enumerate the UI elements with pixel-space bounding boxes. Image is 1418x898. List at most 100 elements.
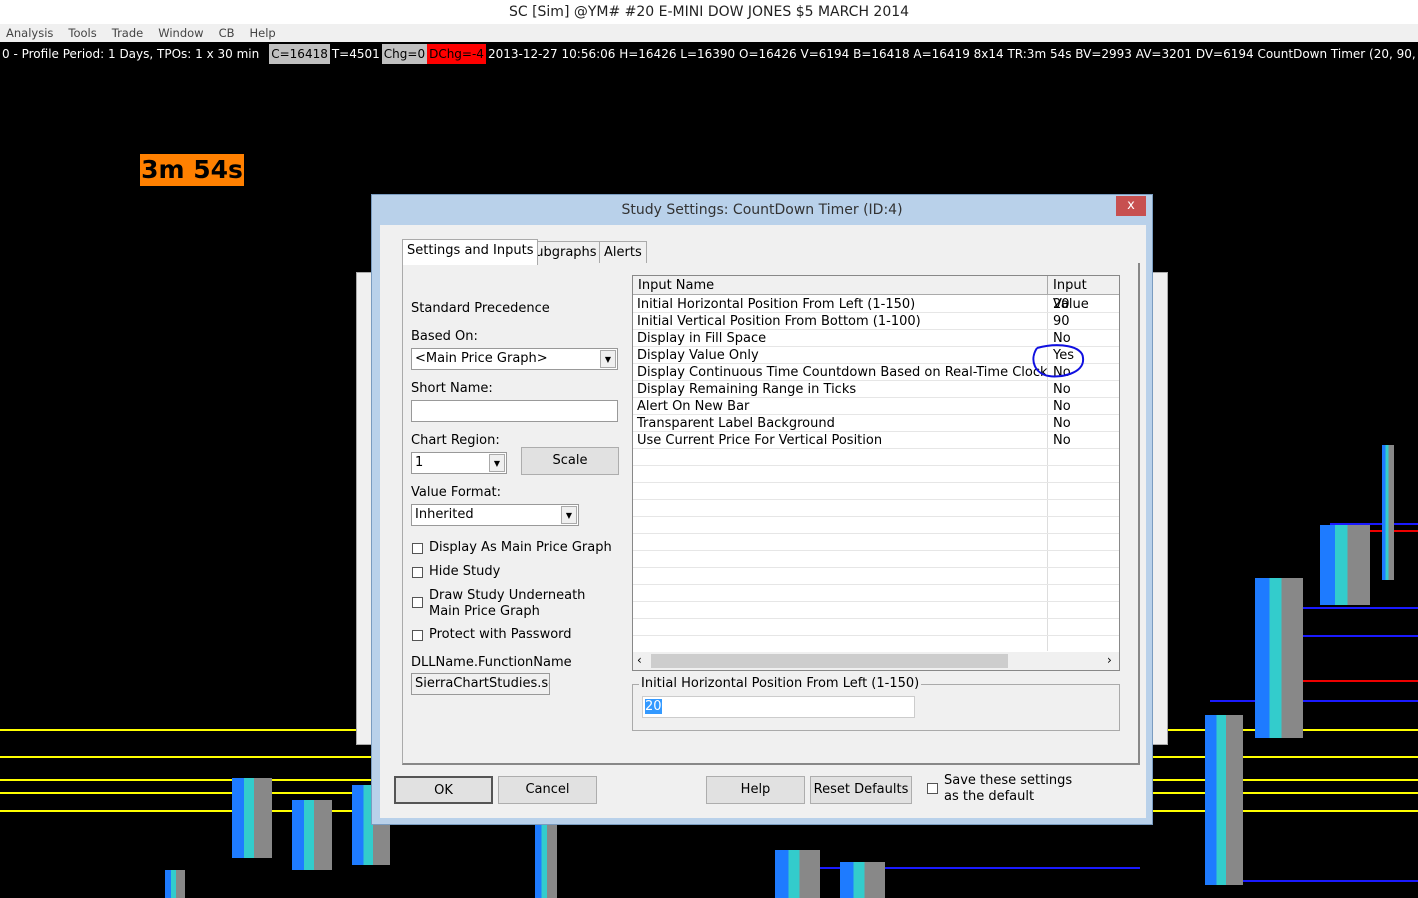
- short-name-label: Short Name:: [411, 381, 493, 396]
- trades-value: T=4501: [331, 47, 380, 61]
- level-line: [1210, 700, 1418, 702]
- help-button[interactable]: Help: [706, 776, 805, 804]
- tab-settings-and-inputs[interactable]: Settings and Inputs: [402, 239, 539, 265]
- input-name: Transparent Label Background: [637, 416, 835, 431]
- table-row[interactable]: Initial Vertical Position From Bottom (1…: [633, 313, 1119, 330]
- profile-info: 0 - Profile Period: 1 Days, TPOs: 1 x 30…: [2, 47, 260, 61]
- save-default-checkbox[interactable]: [927, 783, 938, 794]
- volume-profile: [1205, 715, 1243, 885]
- col-input-value[interactable]: Input Value: [1047, 276, 1119, 312]
- save-default-label-2: as the default: [944, 789, 1035, 804]
- input-value[interactable]: No: [1053, 415, 1071, 432]
- input-value-text: 20: [645, 699, 662, 714]
- volume-profile: [165, 870, 185, 898]
- menu-cb[interactable]: CB: [219, 24, 235, 42]
- protect-password-label: Protect with Password: [429, 627, 572, 642]
- reset-defaults-button[interactable]: Reset Defaults: [810, 776, 912, 804]
- based-on-select[interactable]: <Main Price Graph> ▼: [411, 348, 618, 370]
- input-value-field[interactable]: 20: [642, 696, 915, 718]
- scroll-thumb[interactable]: [651, 654, 1008, 668]
- grid-header: Input Name Input Value: [633, 276, 1119, 312]
- input-name: Display Continuous Time Countdown Based …: [637, 365, 1048, 380]
- empty-row: [633, 551, 1119, 568]
- hide-study-label: Hide Study: [429, 564, 501, 579]
- input-name: Display Remaining Range in Ticks: [637, 382, 857, 397]
- daily-change-value: DChg=-4: [427, 44, 486, 64]
- chevron-down-icon[interactable]: ▼: [489, 454, 505, 472]
- table-row[interactable]: Alert On New Bar No: [633, 398, 1119, 415]
- draw-underneath-checkbox[interactable]: [412, 597, 423, 608]
- menu-trade[interactable]: Trade: [112, 24, 144, 42]
- input-value[interactable]: No: [1053, 381, 1071, 398]
- scroll-right-icon[interactable]: ›: [1107, 653, 1112, 667]
- volume-profile: [535, 825, 557, 898]
- window-title: SC [Sim] @YM# #20 E-MINI DOW JONES $5 MA…: [0, 0, 1418, 24]
- chart-status-bar: 0 - Profile Period: 1 Days, TPOs: 1 x 30…: [0, 44, 1418, 64]
- based-on-value: <Main Price Graph>: [415, 351, 548, 366]
- edit-group-label: Initial Horizontal Position From Left (1…: [639, 676, 922, 691]
- empty-row: [633, 449, 1119, 466]
- dll-input[interactable]: SierraChartStudies.scsf: [411, 673, 550, 695]
- dialog-client: Settings and Inputs Subgraphs Alerts Sta…: [380, 225, 1146, 818]
- menu-help[interactable]: Help: [250, 24, 276, 42]
- input-name: Display in Fill Space: [637, 331, 767, 346]
- empty-row: [633, 500, 1119, 517]
- empty-row: [633, 466, 1119, 483]
- tab-panel: Standard Precedence Based On: <Main Pric…: [402, 263, 1140, 765]
- tab-alerts[interactable]: Alerts: [599, 241, 647, 265]
- empty-row: [633, 619, 1119, 636]
- input-value[interactable]: 90: [1053, 313, 1070, 330]
- horizontal-scrollbar[interactable]: ‹ ›: [633, 652, 1119, 670]
- input-value[interactable]: No: [1053, 398, 1071, 415]
- volume-profile: [292, 800, 332, 870]
- menu-window[interactable]: Window: [158, 24, 203, 42]
- countdown-timer-label: 3m 54s: [140, 154, 244, 186]
- chart-region-value: 1: [415, 455, 424, 470]
- input-name: Initial Horizontal Position From Left (1…: [637, 297, 916, 312]
- inputs-grid: Input Name Input Value Initial Horizonta…: [632, 275, 1120, 671]
- chart-region-select[interactable]: 1 ▼: [411, 452, 507, 474]
- bar-info: 2013-12-27 10:56:06 H=16426 L=16390 O=16…: [487, 47, 1418, 61]
- chevron-down-icon[interactable]: ▼: [600, 350, 616, 368]
- volume-profile: [775, 850, 820, 898]
- input-name: Alert On New Bar: [637, 399, 750, 414]
- table-row[interactable]: Initial Horizontal Position From Left (1…: [633, 296, 1119, 313]
- menu-tools[interactable]: Tools: [68, 24, 96, 42]
- value-format-select[interactable]: Inherited ▼: [411, 504, 579, 526]
- col-input-name[interactable]: Input Name: [638, 276, 714, 295]
- input-name: Initial Vertical Position From Bottom (1…: [637, 314, 921, 329]
- protect-password-checkbox[interactable]: [412, 630, 423, 641]
- display-as-main-price-graph-checkbox[interactable]: [412, 543, 423, 554]
- edit-group: Initial Horizontal Position From Left (1…: [632, 676, 1120, 731]
- empty-row: [633, 602, 1119, 619]
- close-button[interactable]: x: [1116, 196, 1146, 216]
- empty-row: [633, 636, 1119, 653]
- draw-underneath-label: Draw Study Underneath: [429, 588, 586, 603]
- scroll-left-icon[interactable]: ‹: [637, 653, 642, 667]
- hide-study-checkbox[interactable]: [412, 567, 423, 578]
- empty-row: [633, 585, 1119, 602]
- volume-profile: [1255, 578, 1303, 738]
- menu-analysis[interactable]: Analysis: [6, 24, 53, 42]
- table-row[interactable]: Transparent Label Background No: [633, 415, 1119, 432]
- input-value[interactable]: 20: [1053, 296, 1070, 313]
- short-name-input[interactable]: [411, 400, 618, 422]
- empty-row: [633, 534, 1119, 551]
- input-name: Display Value Only: [637, 348, 759, 363]
- chevron-down-icon[interactable]: ▼: [561, 506, 577, 524]
- scale-button[interactable]: Scale: [521, 447, 619, 475]
- menu-bar: Analysis Tools Trade Window CB Help: [0, 24, 1418, 42]
- study-settings-dialog: Study Settings: CountDown Timer (ID:4) x…: [371, 194, 1153, 825]
- volume-profile: [232, 778, 272, 858]
- change-value: Chg=0: [381, 44, 428, 64]
- dll-label: DLLName.FunctionName: [411, 655, 572, 670]
- empty-row: [633, 568, 1119, 585]
- input-value[interactable]: No: [1053, 432, 1071, 449]
- table-row[interactable]: Display Remaining Range in Ticks No: [633, 381, 1119, 398]
- volume-profile: [1320, 525, 1370, 605]
- display-as-main-price-graph-label: Display As Main Price Graph: [429, 540, 612, 555]
- cancel-button[interactable]: Cancel: [498, 776, 597, 804]
- ok-button[interactable]: OK: [394, 776, 493, 804]
- table-row[interactable]: Use Current Price For Vertical Position N…: [633, 432, 1119, 449]
- volume-profile: [840, 862, 885, 898]
